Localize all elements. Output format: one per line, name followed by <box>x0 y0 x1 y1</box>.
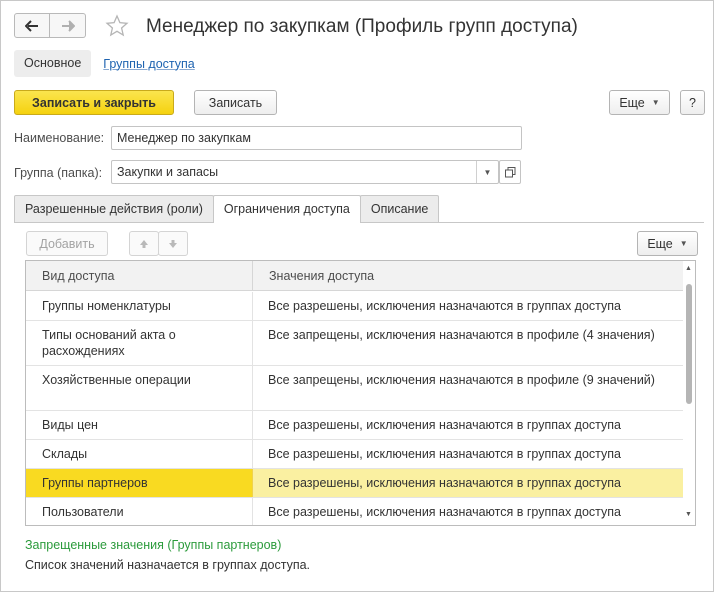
table-more-label: Еще <box>647 236 673 251</box>
table-row[interactable]: Хозяйственные операции Все запрещены, ис… <box>26 366 684 411</box>
cell-values: Все запрещены, исключения назначаются в … <box>268 328 655 342</box>
group-field[interactable]: Закупки и запасы ▼ <box>111 160 499 184</box>
tab-description[interactable]: Описание <box>359 195 440 222</box>
save-and-close-button[interactable]: Записать и закрыть <box>14 90 174 115</box>
group-label: Группа (папка): <box>14 166 103 180</box>
cell-kind: Группы номенклатуры <box>26 292 253 320</box>
table-row[interactable]: Пользователи Все разрешены, исключения н… <box>26 498 684 525</box>
scroll-down-icon[interactable]: ▼ <box>685 511 692 518</box>
arrow-right-icon <box>61 19 75 32</box>
section-access-groups-link[interactable]: Группы доступа <box>103 57 194 71</box>
more-button[interactable]: Еще ▼ <box>609 90 670 115</box>
section-bar: Основное Группы доступа <box>14 50 195 77</box>
back-button[interactable] <box>14 13 50 38</box>
access-table: Вид доступа Значения доступа Группы номе… <box>25 260 696 526</box>
cell-values: Все разрешены, исключения назначаются в … <box>268 447 621 461</box>
cell-kind: Группы партнеров <box>26 469 253 497</box>
chevron-down-icon: ▼ <box>651 98 660 107</box>
cell-kind: Пользователи <box>26 498 253 525</box>
arrow-up-icon <box>140 239 148 248</box>
table-scrollbar[interactable]: ▲ ▼ <box>683 261 695 525</box>
name-label: Наименование: <box>14 131 105 145</box>
add-button[interactable]: Добавить <box>26 231 108 256</box>
window-title: Менеджер по закупкам (Профиль групп дост… <box>146 16 578 37</box>
nav-group <box>14 13 86 38</box>
name-field[interactable]: Менеджер по закупкам <box>111 126 522 150</box>
arrow-down-icon <box>169 239 177 248</box>
table-row[interactable]: Типы оснований акта о расхождениях Все з… <box>26 321 684 366</box>
table-more-button[interactable]: Еще ▼ <box>637 231 698 256</box>
scrollbar-thumb[interactable] <box>686 284 692 404</box>
table-row[interactable]: Виды цен Все разрешены, исключения назна… <box>26 411 684 440</box>
dropdown-icon[interactable]: ▼ <box>476 161 498 183</box>
help-button[interactable]: ? <box>680 90 705 115</box>
cell-kind: Виды цен <box>26 411 253 439</box>
cell-values: Все разрешены, исключения назначаются в … <box>268 505 621 519</box>
column-header-kind[interactable]: Вид доступа <box>26 261 253 290</box>
move-down-button[interactable] <box>158 231 188 256</box>
tab-bar: Разрешенные действия (роли) Ограничения … <box>14 195 440 223</box>
cell-values: Все разрешены, исключения назначаются в … <box>253 469 684 497</box>
restricted-values-note: Список значений назначается в группах до… <box>25 558 311 572</box>
name-value: Менеджер по закупкам <box>117 131 251 145</box>
forward-button[interactable] <box>50 13 86 38</box>
favorite-star-icon[interactable] <box>105 14 129 41</box>
more-label: Еще <box>619 95 645 110</box>
cell-values: Все разрешены, исключения назначаются в … <box>268 299 621 313</box>
restricted-values-title: Запрещенные значения (Группы партнеров) <box>25 538 282 552</box>
tab-access-restrictions[interactable]: Ограничения доступа <box>212 195 361 223</box>
form-window: Менеджер по закупкам (Профиль групп дост… <box>0 0 714 592</box>
open-window-icon <box>504 166 515 177</box>
chevron-down-icon: ▼ <box>679 239 688 248</box>
table-header: Вид доступа Значения доступа <box>26 261 684 291</box>
open-button[interactable] <box>499 160 521 184</box>
cell-kind: Типы оснований акта о расхождениях <box>26 321 253 365</box>
cell-kind: Склады <box>26 440 253 468</box>
cell-kind: Хозяйственные операции <box>26 366 253 410</box>
table-row-selected[interactable]: Группы партнеров Все разрешены, исключен… <box>26 469 684 498</box>
save-button[interactable]: Записать <box>194 90 277 115</box>
group-value: Закупки и запасы <box>117 165 219 179</box>
cell-values: Все разрешены, исключения назначаются в … <box>268 418 621 432</box>
move-up-button[interactable] <box>129 231 159 256</box>
arrow-left-icon <box>25 19 38 32</box>
cell-values: Все запрещены, исключения назначаются в … <box>268 373 655 387</box>
scroll-up-icon[interactable]: ▲ <box>685 265 692 272</box>
column-header-values[interactable]: Значения доступа <box>253 261 390 290</box>
table-row[interactable]: Группы номенклатуры Все разрешены, исклю… <box>26 292 684 321</box>
section-main[interactable]: Основное <box>14 50 92 77</box>
table-row[interactable]: Склады Все разрешены, исключения назнача… <box>26 440 684 469</box>
tab-roles[interactable]: Разрешенные действия (роли) <box>14 195 214 222</box>
